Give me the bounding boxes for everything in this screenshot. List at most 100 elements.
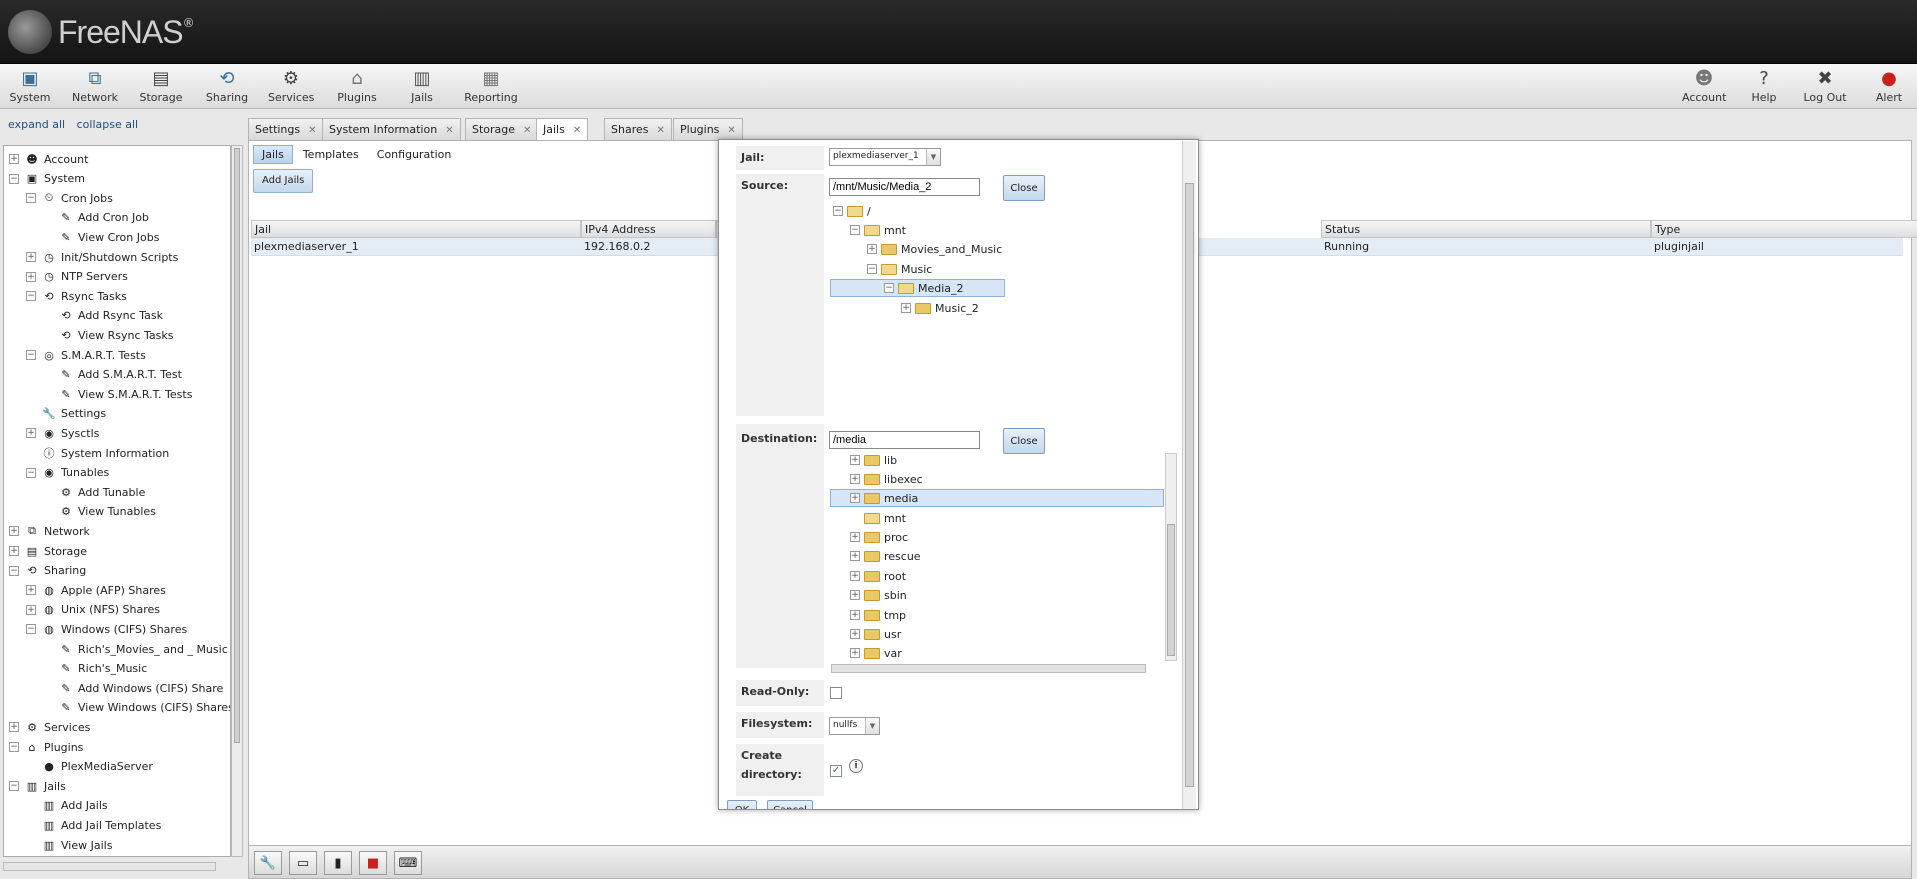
column-header-jail[interactable]: Jail bbox=[251, 220, 581, 238]
shell-jail-button[interactable]: ⌨ bbox=[394, 851, 422, 875]
expand-icon[interactable]: + bbox=[9, 526, 19, 537]
tree-node[interactable]: mnt bbox=[850, 509, 906, 527]
navigation-tree-hscrollbar[interactable] bbox=[3, 862, 216, 871]
toolbar-account-button[interactable]: ☻ Account bbox=[1682, 67, 1726, 107]
sidebar-item[interactable]: ✎ Add S.M.A.R.T. Test bbox=[43, 366, 182, 384]
collapse-icon[interactable]: − bbox=[26, 350, 36, 360]
destination-tree-hscrollbar[interactable] bbox=[831, 664, 1146, 673]
tree-node[interactable]: + sbin bbox=[850, 586, 907, 604]
sidebar-item[interactable]: + ◍ Apple (AFP) Shares bbox=[26, 581, 166, 599]
sidebar-item[interactable]: ● PlexMediaServer bbox=[26, 758, 153, 776]
sidebar-item[interactable]: + ⚙ Services bbox=[9, 718, 90, 736]
sidebar-item[interactable]: + ◉ Sysctls bbox=[26, 424, 99, 442]
collapse-icon[interactable]: − bbox=[850, 225, 860, 235]
expand-icon[interactable]: + bbox=[850, 474, 860, 484]
subtab-jails[interactable]: Jails bbox=[253, 144, 293, 164]
expand-all-link[interactable]: expand all bbox=[8, 118, 65, 131]
close-icon[interactable]: ✕ bbox=[308, 125, 316, 136]
tab-plugins[interactable]: Plugins ✕ bbox=[673, 118, 743, 140]
close-icon[interactable]: ✕ bbox=[573, 125, 581, 136]
expand-icon[interactable]: + bbox=[9, 546, 19, 556]
collapse-icon[interactable]: − bbox=[26, 193, 36, 204]
column-header-type[interactable]: Type bbox=[1651, 220, 1917, 238]
tree-node[interactable]: + rescue bbox=[850, 547, 921, 565]
sidebar-item[interactable]: + ◷ NTP Servers bbox=[26, 268, 128, 286]
collapse-icon[interactable]: − bbox=[9, 565, 19, 576]
sidebar-item[interactable]: − ◎ S.M.A.R.T. Tests bbox=[26, 346, 146, 364]
sidebar-item[interactable]: + ⧉ Network bbox=[9, 522, 90, 540]
destination-close-button[interactable]: Close bbox=[1003, 428, 1045, 454]
column-header-status[interactable]: Status bbox=[1321, 220, 1651, 238]
expand-icon[interactable]: + bbox=[850, 551, 860, 561]
tab-storage[interactable]: Storage ✕ bbox=[465, 118, 539, 140]
scrollbar-thumb[interactable] bbox=[1167, 524, 1175, 656]
sidebar-item[interactable]: ▥ Add Jail Templates bbox=[26, 816, 162, 834]
expand-icon[interactable]: + bbox=[850, 590, 860, 600]
collapse-icon[interactable]: − bbox=[867, 264, 877, 274]
sidebar-item[interactable]: ✎ Rich's_Music bbox=[43, 660, 147, 678]
sidebar-item[interactable]: ⚙ View Tunables bbox=[43, 503, 156, 521]
close-icon[interactable]: ✕ bbox=[523, 125, 531, 136]
sidebar-item[interactable]: ✎ Rich's_Movies_ and _ Music bbox=[43, 640, 227, 658]
tree-node-selected[interactable]: + media bbox=[850, 489, 918, 507]
source-close-button[interactable]: Close bbox=[1003, 175, 1045, 201]
tree-node[interactable]: − Music bbox=[867, 260, 932, 278]
expand-icon[interactable]: + bbox=[850, 648, 860, 658]
tree-node[interactable]: + Music_2 bbox=[901, 299, 979, 317]
expand-icon[interactable]: + bbox=[901, 303, 911, 313]
sidebar-item[interactable]: + ◍ Unix (NFS) Shares bbox=[26, 601, 160, 619]
readonly-checkbox[interactable] bbox=[830, 687, 842, 699]
toolbar-system-button[interactable]: ▣ System bbox=[8, 67, 52, 107]
toolbar-plugins-button[interactable]: ⌂ Plugins bbox=[336, 67, 378, 107]
collapse-icon[interactable]: − bbox=[9, 742, 19, 752]
create-directory-checkbox[interactable]: ✓ bbox=[830, 765, 842, 777]
expand-icon[interactable]: + bbox=[26, 271, 36, 282]
toolbar-alert-button[interactable]: ● Alert bbox=[1872, 67, 1906, 107]
cancel-button[interactable]: Cancel bbox=[767, 800, 813, 809]
expand-icon[interactable]: + bbox=[26, 585, 36, 596]
tree-node[interactable]: + root bbox=[850, 567, 906, 585]
collapse-all-link[interactable]: collapse all bbox=[77, 118, 138, 131]
tree-node-selected[interactable]: − Media_2 bbox=[884, 279, 964, 297]
collapse-icon[interactable]: − bbox=[884, 283, 894, 293]
sidebar-item[interactable]: − ⏲ Cron Jobs bbox=[26, 189, 113, 207]
sidebar-item[interactable]: ⟲ Add Rsync Task bbox=[43, 307, 163, 325]
expand-icon[interactable]: + bbox=[26, 428, 36, 439]
dialog-scrollbar[interactable] bbox=[1182, 141, 1196, 809]
toolbar-services-button[interactable]: ⚙ Services bbox=[268, 67, 314, 107]
tree-node[interactable]: + libexec bbox=[850, 470, 923, 488]
toolbar-logout-button[interactable]: ✖ Log Out bbox=[1800, 67, 1850, 107]
column-header-ipv4[interactable]: IPv4 Address bbox=[581, 220, 716, 238]
sidebar-item[interactable]: − ◉ Tunables bbox=[26, 464, 109, 482]
expand-icon[interactable]: + bbox=[9, 154, 19, 164]
storage-jail-button[interactable]: ▭ bbox=[289, 851, 317, 875]
sidebar-item[interactable]: + ▤ Storage bbox=[9, 542, 87, 560]
tab-settings[interactable]: Settings ✕ bbox=[248, 118, 324, 140]
expand-icon[interactable]: + bbox=[850, 455, 860, 465]
close-icon[interactable]: ✕ bbox=[656, 125, 664, 136]
scrollbar-thumb[interactable] bbox=[1185, 183, 1194, 787]
sidebar-item[interactable]: ⟲ View Rsync Tasks bbox=[43, 326, 173, 344]
expand-icon[interactable]: + bbox=[850, 532, 860, 542]
tab-jails[interactable]: Jails ✕ bbox=[536, 118, 589, 141]
source-input[interactable] bbox=[829, 178, 980, 196]
tree-node[interactable]: + proc bbox=[850, 528, 908, 546]
scrollbar-thumb[interactable] bbox=[234, 148, 240, 743]
plugins-jail-button[interactable]: ▮ bbox=[324, 851, 352, 875]
destination-input[interactable] bbox=[829, 431, 980, 449]
tree-node[interactable]: + Movies_and_Music bbox=[867, 240, 1002, 258]
sidebar-item[interactable]: ✎ Add Windows (CIFS) Share bbox=[43, 679, 223, 697]
ok-button[interactable]: OK bbox=[727, 800, 757, 809]
expand-icon[interactable]: + bbox=[867, 244, 877, 254]
edit-jail-button[interactable]: 🔧 bbox=[254, 851, 282, 875]
tree-node[interactable]: − / bbox=[833, 202, 871, 220]
collapse-icon[interactable]: − bbox=[26, 291, 36, 302]
expand-icon[interactable]: + bbox=[850, 629, 860, 639]
expand-icon[interactable]: + bbox=[850, 571, 860, 581]
toolbar-network-button[interactable]: ⧉ Network bbox=[70, 67, 120, 107]
sidebar-item[interactable]: − ▥ Jails bbox=[9, 777, 66, 795]
sidebar-item[interactable]: 🔧 Settings bbox=[26, 405, 106, 423]
expand-icon[interactable]: + bbox=[850, 610, 860, 620]
sidebar-item[interactable]: ▥ Add Jails bbox=[26, 797, 108, 815]
sidebar-item[interactable]: ⓘ System Information bbox=[26, 444, 170, 462]
